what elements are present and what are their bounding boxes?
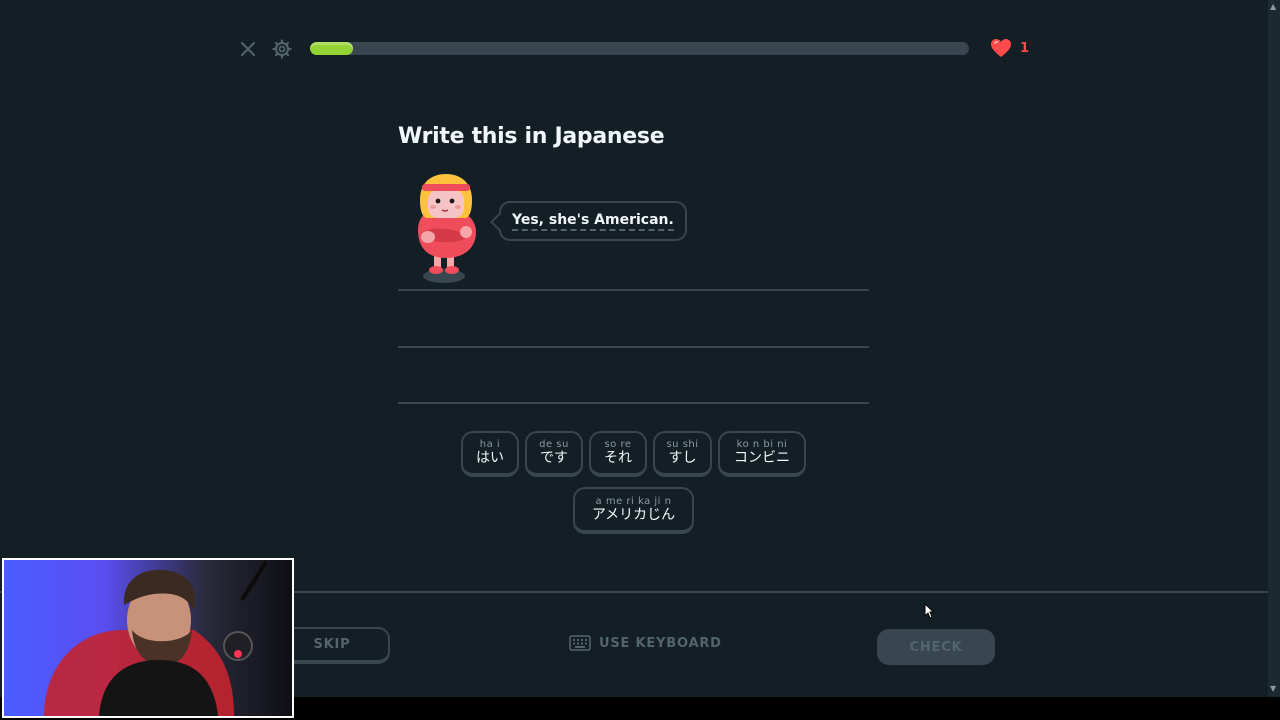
word-tile-sushi[interactable]: su shi すし [653,431,712,477]
scroll-down-arrow-icon[interactable]: ▼ [1270,684,1276,693]
word-tile-sore[interactable]: so re それ [589,431,647,477]
sentence-to-translate[interactable]: Yes, she's American. [512,212,674,231]
tile-reading: su shi [666,439,699,450]
keyboard-icon [569,635,591,651]
hearts-counter[interactable]: 1 [990,38,1029,58]
mouse-cursor-icon [924,602,935,623]
lesson-progress-bar [310,42,969,55]
tile-word: それ [604,450,632,466]
word-tile-konbini[interactable]: ko n bi ni コンビニ [718,431,806,477]
tile-word: はい [476,450,504,466]
tile-reading: a me ri ka ji n [595,495,672,507]
word-tile-hai[interactable]: ha i はい [461,431,519,477]
tile-reading: ko n bi ni [736,439,788,450]
close-icon[interactable] [238,39,258,59]
heart-icon [991,39,1011,57]
scroll-up-arrow-icon[interactable]: ▲ [1270,2,1276,11]
use-keyboard-label: USE KEYBOARD [599,635,722,651]
speech-bubble: Yes, she's American. [499,201,687,241]
character-illustration [410,170,484,288]
word-tile-desu[interactable]: de su です [525,431,583,477]
challenge-title: Write this in Japanese [398,124,665,149]
tile-reading: de su [539,439,569,450]
tile-reading: so re [604,439,632,450]
answer-line-1 [398,289,869,291]
gear-icon[interactable] [272,39,292,59]
tile-word: アメリカじん [591,506,676,523]
answer-line-2 [398,346,869,348]
answer-line-3 [398,402,869,404]
word-tile-amerikajin[interactable]: a me ri ka ji n アメリカじん [573,487,694,534]
hearts-count: 1 [1020,40,1030,56]
tile-reading: ha i [479,439,501,450]
scrollbar[interactable] [1268,0,1280,697]
lesson-progress-fill [310,42,353,55]
use-keyboard-button[interactable]: USE KEYBOARD [569,635,722,651]
webcam-overlay [2,558,294,718]
tile-word: コンビニ [734,450,790,466]
tile-word: です [540,450,568,466]
tile-word: すし [668,450,697,466]
check-button[interactable]: CHECK [877,629,995,665]
